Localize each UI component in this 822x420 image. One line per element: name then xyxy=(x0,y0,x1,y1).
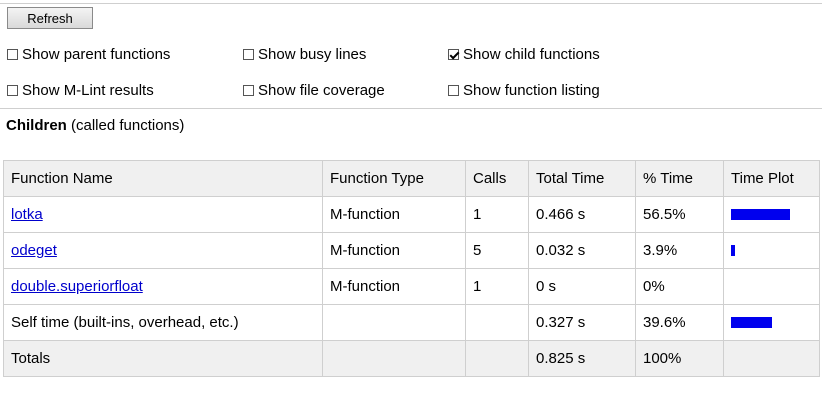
self-time-label-cell: Self time (built-ins, overhead, etc.) xyxy=(3,304,323,341)
calls-cell: 5 xyxy=(465,232,529,269)
checkbox-checked-icon[interactable] xyxy=(448,48,459,60)
function-link[interactable]: lotka xyxy=(11,206,43,223)
percent-time-cell: 56.5% xyxy=(635,196,724,233)
column-header-function-type: Function Type xyxy=(322,160,466,197)
checkbox-icon[interactable] xyxy=(7,84,18,96)
calls-cell: 1 xyxy=(465,268,529,305)
percent-time-cell: 39.6% xyxy=(635,304,724,341)
totals-empty-cell xyxy=(322,340,466,377)
function-type-cell: M-function xyxy=(322,196,466,233)
option-label: Show busy lines xyxy=(258,45,367,63)
column-header-total-time: Total Time xyxy=(528,160,636,197)
totals-empty-cell xyxy=(723,340,820,377)
total-time-cell: 0 s xyxy=(528,268,636,305)
option-show-parent-functions[interactable]: Show parent functions xyxy=(7,44,170,64)
function-link[interactable]: odeget xyxy=(11,242,57,259)
option-label: Show parent functions xyxy=(22,45,171,63)
totals-total-time-cell: 0.825 s xyxy=(528,340,636,377)
function-type-cell xyxy=(322,304,466,341)
function-name-cell: lotka xyxy=(3,196,323,233)
option-label: Show M-Lint results xyxy=(22,81,154,99)
column-header-time-plot: Time Plot xyxy=(723,160,820,197)
column-header-percent-time: % Time xyxy=(635,160,724,197)
option-show-busy-lines[interactable]: Show busy lines xyxy=(243,44,366,64)
option-label: Show file coverage xyxy=(258,81,385,99)
function-type-cell: M-function xyxy=(322,232,466,269)
total-time-cell: 0.466 s xyxy=(528,196,636,233)
section-title: Children (called functions) xyxy=(6,117,184,134)
totals-row: Totals 0.825 s 100% xyxy=(3,340,820,377)
table-row: double.superiorfloat M-function 1 0 s 0% xyxy=(3,268,820,305)
section-divider xyxy=(0,108,822,109)
time-plot-cell xyxy=(723,268,820,305)
time-plot-cell xyxy=(723,304,820,341)
time-plot-cell xyxy=(723,232,820,269)
totals-percent-cell: 100% xyxy=(635,340,724,377)
percent-time-cell: 0% xyxy=(635,268,724,305)
table-row: lotka M-function 1 0.466 s 56.5% xyxy=(3,196,820,233)
option-show-child-functions[interactable]: Show child functions xyxy=(448,44,600,64)
section-title-rest: (called functions) xyxy=(66,117,185,134)
table-row: Self time (built-ins, overhead, etc.) 0.… xyxy=(3,304,820,341)
checkbox-icon[interactable] xyxy=(243,84,254,96)
total-time-cell: 0.327 s xyxy=(528,304,636,341)
totals-label-cell: Totals xyxy=(3,340,323,377)
total-time-cell: 0.032 s xyxy=(528,232,636,269)
section-title-bold: Children xyxy=(6,117,67,134)
checkbox-icon[interactable] xyxy=(448,84,459,96)
table-row: odeget M-function 5 0.032 s 3.9% xyxy=(3,232,820,269)
function-name-cell: odeget xyxy=(3,232,323,269)
option-label: Show function listing xyxy=(463,81,600,99)
time-plot-bar xyxy=(731,209,790,220)
children-table: Function Name Function Type Calls Total … xyxy=(3,160,820,377)
checkbox-icon[interactable] xyxy=(243,48,254,60)
table-header-row: Function Name Function Type Calls Total … xyxy=(3,160,820,197)
refresh-button[interactable]: Refresh xyxy=(7,7,93,29)
function-link[interactable]: double.superiorfloat xyxy=(11,278,143,295)
function-name-cell: double.superiorfloat xyxy=(3,268,323,305)
calls-cell xyxy=(465,304,529,341)
time-plot-cell xyxy=(723,196,820,233)
option-label: Show child functions xyxy=(463,45,600,63)
option-show-file-coverage[interactable]: Show file coverage xyxy=(243,80,385,100)
checkbox-icon[interactable] xyxy=(7,48,18,60)
column-header-function-name: Function Name xyxy=(3,160,323,197)
column-header-calls: Calls xyxy=(465,160,529,197)
option-show-function-listing[interactable]: Show function listing xyxy=(448,80,600,100)
calls-cell: 1 xyxy=(465,196,529,233)
time-plot-bar xyxy=(731,317,772,328)
top-divider xyxy=(0,3,822,4)
function-type-cell: M-function xyxy=(322,268,466,305)
totals-empty-cell xyxy=(465,340,529,377)
option-show-mlint-results[interactable]: Show M-Lint results xyxy=(7,80,154,100)
percent-time-cell: 3.9% xyxy=(635,232,724,269)
time-plot-bar xyxy=(731,245,735,256)
